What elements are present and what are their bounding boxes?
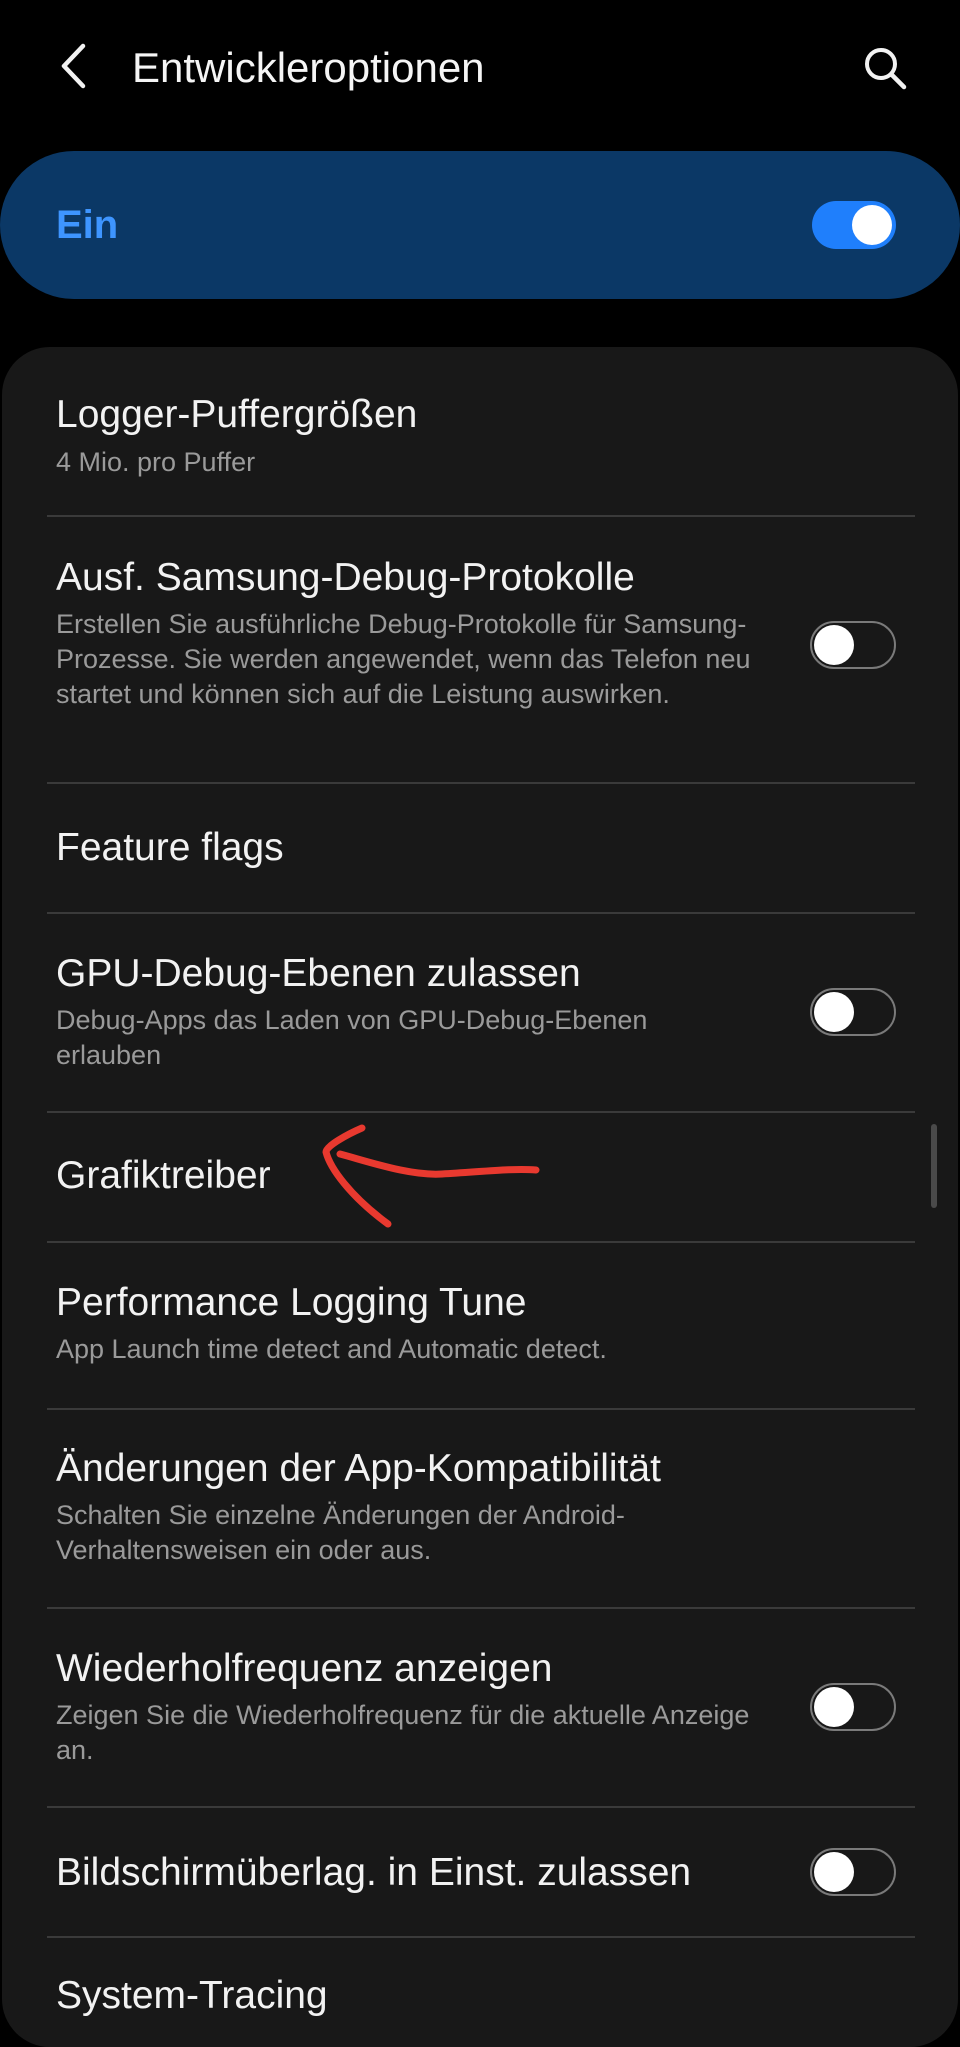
list-item-title: Feature flags	[56, 826, 284, 869]
scrollbar-thumb[interactable]	[931, 1124, 937, 1208]
page-title: Entwickleroptionen	[132, 44, 485, 91]
list-item-gpu-debug-layers[interactable]: GPU-Debug-Ebenen zulassen Debug-Apps das…	[2, 914, 958, 1111]
list-item-app-compat-changes[interactable]: Änderungen der App-Kompatibilität Schalt…	[2, 1410, 958, 1607]
list-item-samsung-debug-logs[interactable]: Ausf. Samsung-Debug-Protokolle Erstellen…	[2, 517, 958, 782]
master-switch-label: Ein	[56, 203, 119, 247]
overlay-toggle[interactable]	[810, 1848, 896, 1896]
list-item-system-tracing[interactable]: System-Tracing	[2, 1938, 958, 2047]
list-item-title: Grafiktreiber	[56, 1154, 271, 1197]
toggle-knob	[814, 1852, 854, 1892]
list-item-summary: 4 Mio. pro Puffer	[56, 447, 256, 477]
list-item-title: Ausf. Samsung-Debug-Protokolle	[56, 556, 635, 599]
chevron-left-icon	[61, 43, 86, 89]
list-item-title: Änderungen der App-Kompatibilität	[56, 1447, 661, 1490]
list-item-summary: Debug-Apps das Laden von GPU-Debug-Ebene…	[56, 1005, 648, 1070]
list-item-logger-buffer[interactable]: Logger-Puffergrößen 4 Mio. pro Puffer	[2, 347, 958, 515]
toggle-knob	[852, 205, 892, 245]
toggle-knob	[814, 992, 854, 1032]
list-item-title: Wiederholfrequenz anzeigen	[56, 1647, 553, 1690]
toggle-knob	[814, 625, 854, 665]
list-item-title: Performance Logging Tune	[56, 1281, 527, 1324]
list-item-feature-flags[interactable]: Feature flags	[2, 784, 958, 912]
list-item-title: System-Tracing	[56, 1974, 328, 2017]
master-switch-row[interactable]: Ein	[0, 151, 960, 299]
gpu-debug-toggle[interactable]	[810, 988, 896, 1036]
master-toggle[interactable]	[812, 201, 896, 249]
search-icon	[865, 48, 907, 90]
search-button[interactable]	[855, 38, 915, 98]
list-item-title: GPU-Debug-Ebenen zulassen	[56, 952, 581, 995]
back-button[interactable]	[48, 36, 100, 96]
list-item-performance-logging[interactable]: Performance Logging Tune App Launch time…	[2, 1243, 958, 1408]
refresh-rate-toggle[interactable]	[810, 1683, 896, 1731]
list-item-summary: App Launch time detect and Automatic det…	[56, 1334, 607, 1364]
list-item-overlay-in-settings[interactable]: Bildschirmüberlag. in Einst. zulassen	[2, 1808, 958, 1936]
list-item-summary: Zeigen Sie die Wiederholfrequenz für die…	[56, 1700, 750, 1765]
hand-drawn-arrow-icon	[322, 1124, 540, 1228]
list-item-summary: Schalten Sie einzelne Änderungen der And…	[56, 1500, 625, 1565]
list-item-title: Bildschirmüberlag. in Einst. zulassen	[56, 1851, 692, 1894]
samsung-debug-toggle[interactable]	[810, 621, 896, 669]
list-item-refresh-rate[interactable]: Wiederholfrequenz anzeigen Zeigen Sie di…	[2, 1609, 958, 1806]
list-item-summary: Erstellen Sie ausführliche Debug-Protoko…	[56, 609, 751, 709]
list-item-title: Logger-Puffergrößen	[56, 393, 418, 436]
toggle-knob	[814, 1687, 854, 1727]
app-bar: Entwickleroptionen	[0, 0, 960, 140]
